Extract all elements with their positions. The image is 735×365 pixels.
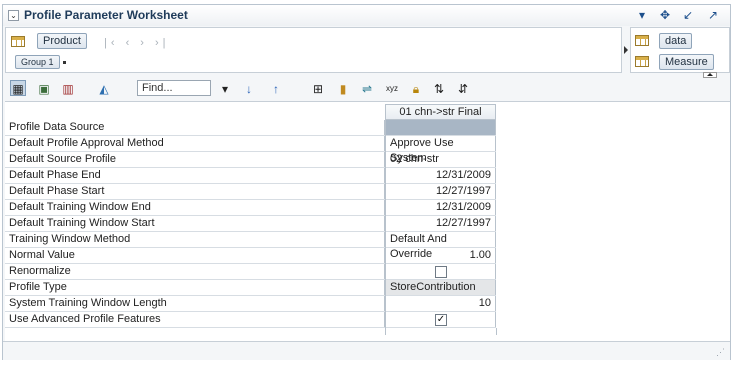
lock-icon[interactable]: 🔒︎ (408, 81, 424, 97)
cell-value[interactable]: 12/27/1997 (386, 216, 496, 231)
arrow-up-icon[interactable]: ↑ (268, 81, 284, 97)
find-dropdown-icon[interactable]: ▾ (217, 81, 233, 97)
cell-value[interactable]: StoreContribution (386, 280, 496, 295)
group-tile[interactable]: Group 1 (15, 55, 60, 69)
table-row: Normal Value 1.00 (5, 248, 496, 264)
measure-tile[interactable]: Measure (659, 54, 714, 70)
row-label: Default Source Profile (5, 152, 385, 167)
grid-icon (635, 35, 649, 46)
row-label: Profile Data Source (5, 120, 385, 135)
worksheet-titlebar: ⌄ Profile Parameter Worksheet ▾ ✥ ↙ ↗ (3, 5, 730, 26)
worksheet-title: Profile Parameter Worksheet (24, 8, 188, 22)
table-row: Default Source Profile 02 chn-str (5, 152, 496, 168)
cell-value[interactable]: 12/31/2009 (386, 200, 496, 215)
row-label: Default Profile Approval Method (5, 136, 385, 151)
grid-view-icon[interactable]: ▦ (10, 80, 26, 96)
drop-arrow-icon (624, 46, 628, 54)
xyz-icon[interactable]: xyz (384, 81, 400, 97)
grid-icon (635, 56, 649, 67)
chart-grid-icon[interactable]: ▣ (36, 81, 52, 97)
table-row: Profile Data Source (5, 120, 496, 136)
find-input[interactable]: Find... (137, 80, 211, 96)
row-label: Default Training Window End (5, 200, 385, 215)
bookmark-icon[interactable]: ▮ (335, 81, 351, 97)
status-bar: ⋰ (3, 341, 730, 360)
sort-descending-icon[interactable]: ⇵ (455, 81, 471, 97)
data-tile[interactable]: data (659, 33, 693, 49)
bullet-marker (63, 61, 66, 64)
table-row: Default Phase End 12/31/2009 (5, 168, 496, 184)
cell-value[interactable]: 12/27/1997 (386, 184, 496, 199)
swap-icon[interactable]: ⇌ (359, 81, 375, 97)
bar-chart-icon[interactable]: ▥ (60, 81, 76, 97)
area-chart-icon[interactable]: ◭ (96, 81, 112, 97)
collapse-icon[interactable]: ⌄ (8, 10, 19, 21)
cell-value[interactable]: 1.00 (386, 248, 496, 263)
cell-value[interactable]: 02 chn-str (386, 152, 496, 167)
column-divider (385, 120, 386, 335)
spreadsheet-grid: 01 chn->str Final Profile Data Source Def… (5, 101, 730, 342)
table-row: Use Advanced Profile Features ✓ (5, 312, 496, 328)
cell-value[interactable] (386, 264, 496, 279)
arrow-down-icon[interactable]: ↓ (241, 81, 257, 97)
cell-value[interactable]: 12/31/2009 (386, 168, 496, 183)
row-label: Profile Type (5, 280, 385, 295)
chevron-down-icon[interactable]: ▾ (635, 8, 649, 22)
move-icon[interactable]: ✥ (658, 8, 672, 22)
row-label: Training Window Method (5, 232, 385, 247)
row-label: Renormalize (5, 264, 385, 279)
grid-icon (11, 36, 25, 47)
worksheet-panel: ⌄ Profile Parameter Worksheet ▾ ✥ ↙ ↗ Pr… (2, 4, 731, 360)
row-label: Default Training Window Start (5, 216, 385, 231)
row-label: Normal Value (5, 248, 385, 263)
table-row: System Training Window Length 10 (5, 296, 496, 312)
cell-value[interactable]: 10 (386, 296, 496, 311)
row-label: Use Advanced Profile Features (5, 312, 385, 327)
hierarchy-icon[interactable]: ⊞ (310, 81, 326, 97)
grid-filler (5, 328, 497, 335)
table-row: Training Window Method Default And Overri… (5, 232, 496, 260)
minimize-icon[interactable]: ↙ (681, 8, 695, 22)
row-label: System Training Window Length (5, 296, 385, 311)
cell-value[interactable]: ✓ (386, 312, 496, 327)
page-navigation-icons[interactable]: |‹ ‹ › ›| (104, 37, 170, 49)
row-label: Default Phase Start (5, 184, 385, 199)
measure-axis-area: data Measure (630, 27, 730, 73)
table-row: Default Phase Start 12/27/1997 (5, 184, 496, 200)
table-row: Default Training Window End 12/31/2009 (5, 200, 496, 216)
cell-value[interactable]: Default And Override (386, 232, 496, 260)
checkbox-checked[interactable]: ✓ (435, 314, 447, 326)
product-dimension-tile[interactable]: Product (37, 33, 87, 49)
table-row: Renormalize (5, 264, 496, 280)
maximize-icon[interactable]: ↗ (706, 8, 720, 22)
table-row: Default Training Window Start 12/27/1997 (5, 216, 496, 232)
cell-value[interactable] (386, 120, 496, 135)
checkbox-unchecked[interactable] (435, 266, 447, 278)
toolbar: ▦ ▣ ▥ ◭ Find... ▾ ↓ ↑ ⊞ ▮ ⇌ xyz 🔒︎ ⇅ ⇵ (3, 77, 730, 101)
sort-ascending-icon[interactable]: ⇅ (431, 81, 447, 97)
page-axis-area: Product |‹ ‹ › ›| Group 1 (5, 27, 622, 73)
table-row: Default Profile Approval Method Approve U… (5, 136, 496, 164)
column-header[interactable]: 01 chn->str Final (385, 104, 496, 120)
row-label: Default Phase End (5, 168, 385, 183)
table-row: Profile Type StoreContribution (5, 280, 496, 296)
resize-grip-icon[interactable]: ⋰ (716, 347, 726, 357)
cell-value[interactable]: Approve Use System (386, 136, 496, 164)
